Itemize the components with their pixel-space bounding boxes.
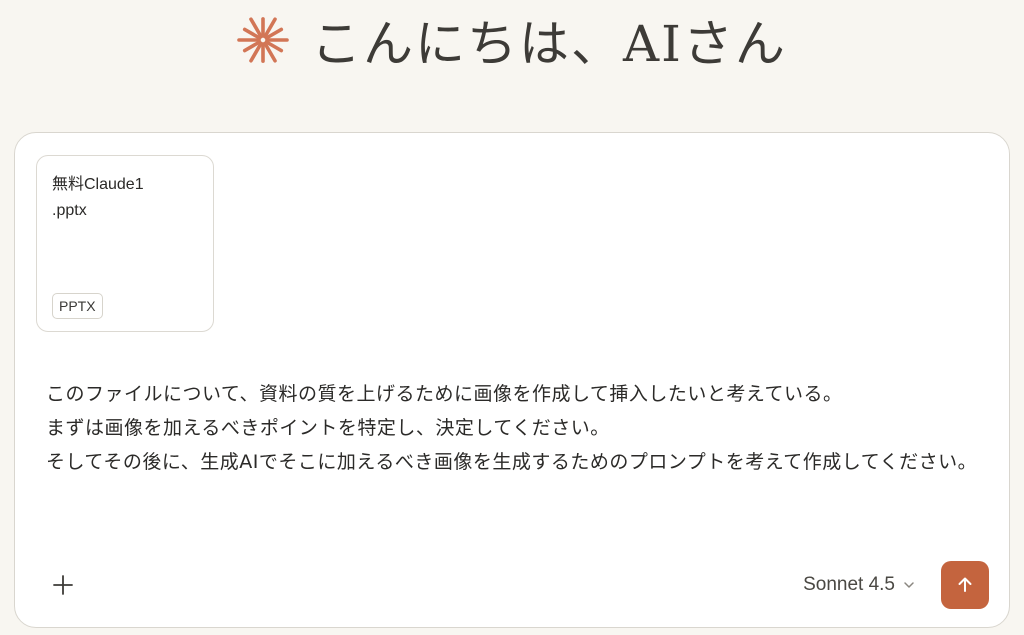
asterisk-spark-icon — [237, 14, 289, 66]
arrow-up-icon — [955, 575, 975, 595]
chevron-down-icon — [903, 579, 915, 591]
attachment-card[interactable]: 無料Claude1 .pptx PPTX — [36, 155, 214, 332]
model-label: Sonnet 4.5 — [803, 574, 895, 595]
file-type-badge: PPTX — [52, 293, 103, 319]
send-button[interactable] — [941, 561, 989, 609]
plus-icon — [52, 574, 74, 596]
model-selector[interactable]: Sonnet 4.5 — [803, 569, 915, 601]
greeting-header: こんにちは、AIさん — [0, 4, 1024, 76]
greeting-title: こんにちは、AIさん — [311, 15, 787, 73]
attachment-file-name: 無料Claude1 .pptx — [52, 176, 144, 219]
add-button[interactable] — [45, 567, 81, 603]
message-composer: 無料Claude1 .pptx PPTX このファイルについて、資料の質を上げる… — [14, 132, 1010, 628]
message-input[interactable]: このファイルについて、資料の質を上げるために画像を作成して挿入したいと考えている… — [46, 377, 996, 479]
